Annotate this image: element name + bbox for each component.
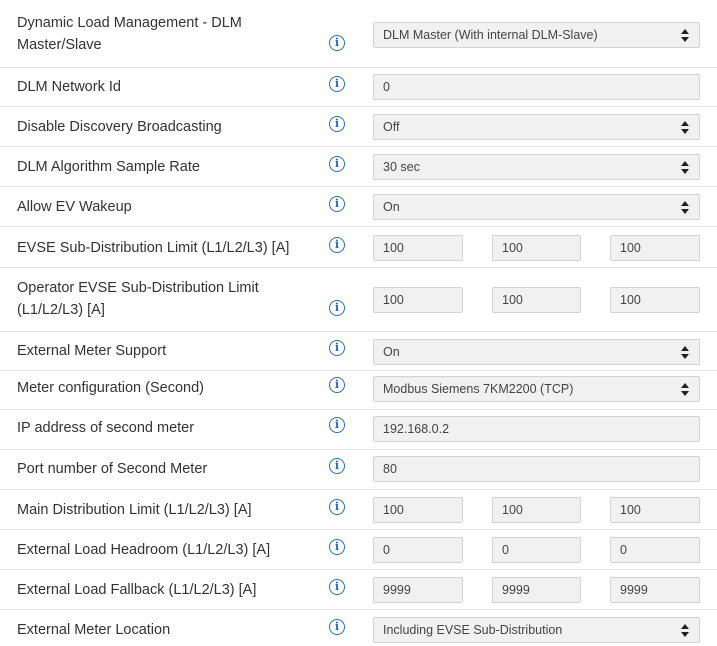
- setting-row-second-meter-ip: IP address of second meter i 192.168.0.2: [0, 409, 717, 449]
- select-value: Off: [383, 120, 400, 134]
- disable-discovery-select[interactable]: Off: [373, 114, 700, 140]
- info-icon[interactable]: i: [329, 417, 345, 433]
- setting-label: Port number of Second Meter: [17, 461, 208, 477]
- setting-label: IP address of second meter: [17, 420, 195, 436]
- setting-label: Dynamic Load Management - DLM Master/Sla…: [17, 15, 242, 53]
- info-icon[interactable]: i: [329, 35, 345, 51]
- meter-config-second-select[interactable]: Modbus Siemens 7KM2200 (TCP): [373, 376, 700, 402]
- fallback-l2-input[interactable]: 9999: [492, 577, 581, 603]
- info-icon[interactable]: i: [329, 196, 345, 212]
- second-meter-port-input[interactable]: 80: [373, 456, 700, 482]
- info-icon[interactable]: i: [329, 458, 345, 474]
- main-limit-l1-input[interactable]: 100: [373, 497, 463, 523]
- setting-row-evse-sub-limit: EVSE Sub-Distribution Limit (L1/L2/L3) […: [0, 226, 717, 267]
- setting-label: Meter configuration (Second): [17, 380, 204, 396]
- main-limit-l3-input[interactable]: 100: [610, 497, 700, 523]
- setting-row-external-load-headroom: External Load Headroom (L1/L2/L3) [A] i …: [0, 529, 717, 569]
- select-value: 30 sec: [383, 160, 420, 174]
- operator-evse-limit-l2-input[interactable]: 100: [492, 287, 581, 313]
- setting-label: External Load Fallback (L1/L2/L3) [A]: [17, 582, 257, 598]
- setting-label: Main Distribution Limit (L1/L2/L3) [A]: [17, 502, 252, 518]
- setting-row-allow-ev-wakeup: Allow EV Wakeup i On: [0, 186, 717, 226]
- info-icon[interactable]: i: [329, 76, 345, 92]
- info-icon[interactable]: i: [329, 499, 345, 515]
- setting-row-dlm-master-slave: Dynamic Load Management - DLM Master/Sla…: [0, 0, 717, 67]
- sample-rate-select[interactable]: 30 sec: [373, 154, 700, 180]
- select-arrows-icon: [681, 346, 689, 359]
- info-icon[interactable]: i: [329, 619, 345, 635]
- setting-label: Disable Discovery Broadcasting: [17, 119, 222, 135]
- setting-row-external-load-fallback: External Load Fallback (L1/L2/L3) [A] i …: [0, 569, 717, 609]
- operator-evse-limit-l3-input[interactable]: 100: [610, 287, 700, 313]
- setting-row-second-meter-port: Port number of Second Meter i 80: [0, 449, 717, 489]
- setting-label: External Load Headroom (L1/L2/L3) [A]: [17, 542, 271, 558]
- info-icon[interactable]: i: [329, 579, 345, 595]
- setting-label: DLM Network Id: [17, 79, 121, 95]
- setting-label: External Meter Support: [17, 343, 167, 359]
- select-value: On: [383, 200, 400, 214]
- select-arrows-icon: [681, 29, 689, 42]
- setting-row-operator-evse-sub-limit: Operator EVSE Sub-Distribution Limit (L1…: [0, 267, 717, 331]
- headroom-l1-input[interactable]: 0: [373, 537, 463, 563]
- external-meter-location-select[interactable]: Including EVSE Sub-Distribution: [373, 617, 700, 643]
- info-icon[interactable]: i: [329, 340, 345, 356]
- select-arrows-icon: [681, 121, 689, 134]
- setting-row-dlm-network-id: DLM Network Id i 0: [0, 67, 717, 106]
- fallback-l1-input[interactable]: 9999: [373, 577, 463, 603]
- info-icon[interactable]: i: [329, 300, 345, 316]
- headroom-l2-input[interactable]: 0: [492, 537, 581, 563]
- info-icon[interactable]: i: [329, 116, 345, 132]
- setting-row-main-distribution-limit: Main Distribution Limit (L1/L2/L3) [A] i…: [0, 489, 717, 529]
- main-limit-l2-input[interactable]: 100: [492, 497, 581, 523]
- setting-row-sample-rate: DLM Algorithm Sample Rate i 30 sec: [0, 146, 717, 186]
- evse-sub-limit-l2-input[interactable]: 100: [492, 235, 581, 261]
- setting-row-external-meter-support: External Meter Support i On: [0, 331, 717, 370]
- select-value: Modbus Siemens 7KM2200 (TCP): [383, 382, 574, 396]
- select-arrows-icon: [681, 201, 689, 214]
- select-arrows-icon: [681, 624, 689, 637]
- select-value: On: [383, 345, 400, 359]
- setting-label: Operator EVSE Sub-Distribution Limit (L1…: [17, 280, 259, 318]
- external-meter-support-select[interactable]: On: [373, 339, 700, 365]
- setting-label: EVSE Sub-Distribution Limit (L1/L2/L3) […: [17, 240, 290, 256]
- setting-label: External Meter Location: [17, 622, 171, 638]
- setting-row-disable-discovery: Disable Discovery Broadcasting i Off: [0, 106, 717, 146]
- info-icon[interactable]: i: [329, 237, 345, 253]
- fallback-l3-input[interactable]: 9999: [610, 577, 700, 603]
- allow-ev-wakeup-select[interactable]: On: [373, 194, 700, 220]
- evse-sub-limit-l1-input[interactable]: 100: [373, 235, 463, 261]
- second-meter-ip-input[interactable]: 192.168.0.2: [373, 416, 700, 442]
- setting-label: Allow EV Wakeup: [17, 199, 132, 215]
- select-arrows-icon: [681, 383, 689, 396]
- setting-row-external-meter-location: External Meter Location i Including EVSE…: [0, 609, 717, 646]
- select-value: Including EVSE Sub-Distribution: [383, 623, 563, 637]
- info-icon[interactable]: i: [329, 156, 345, 172]
- select-arrows-icon: [681, 161, 689, 174]
- setting-label: DLM Algorithm Sample Rate: [17, 159, 200, 175]
- dlm-master-slave-select[interactable]: DLM Master (With internal DLM-Slave): [373, 22, 700, 48]
- evse-sub-limit-l3-input[interactable]: 100: [610, 235, 700, 261]
- operator-evse-limit-l1-input[interactable]: 100: [373, 287, 463, 313]
- setting-row-meter-config-second: Meter configuration (Second) i Modbus Si…: [0, 370, 717, 409]
- dlm-network-id-input[interactable]: 0: [373, 74, 700, 100]
- info-icon[interactable]: i: [329, 539, 345, 555]
- info-icon[interactable]: i: [329, 377, 345, 393]
- select-value: DLM Master (With internal DLM-Slave): [383, 28, 598, 42]
- headroom-l3-input[interactable]: 0: [610, 537, 700, 563]
